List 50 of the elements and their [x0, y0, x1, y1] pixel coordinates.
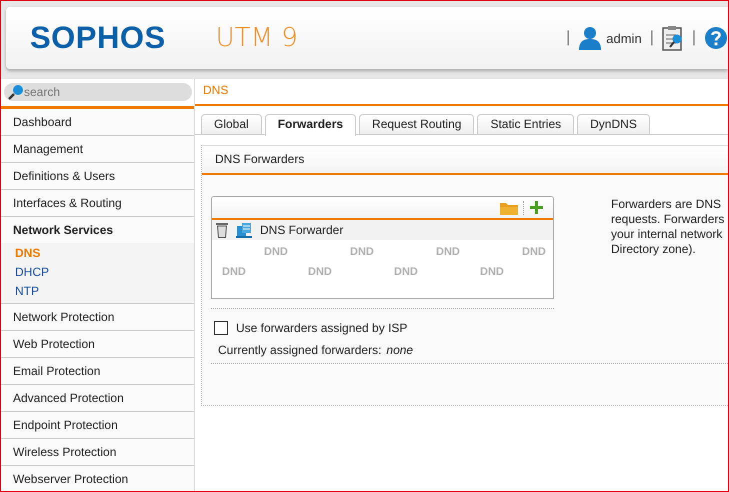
sidebar-item[interactable]: Advanced Protection [1, 385, 194, 412]
sidebar-item[interactable]: Interfaces & Routing [1, 190, 194, 217]
drop-hint: DND [522, 246, 547, 258]
user-name[interactable]: admin [606, 30, 642, 46]
drop-hint: DND [394, 266, 419, 278]
panel-title: DNS Forwarders [215, 152, 304, 166]
checkbox-label: Use forwarders assigned by ISP [236, 321, 408, 335]
folder-icon[interactable] [500, 200, 518, 214]
sidebar-item[interactable]: Email Protection [1, 358, 194, 385]
logo: SOPHOS [30, 20, 166, 56]
sidebar-item[interactable]: Network Protection [1, 304, 194, 331]
sidebar-subitem[interactable]: DHCP [1, 263, 194, 282]
drop-hint: DND [350, 246, 375, 258]
sidebar-item[interactable]: Wireless Protection [1, 439, 194, 466]
trash-icon[interactable] [216, 222, 228, 238]
sidebar-item[interactable]: Dashboard [1, 109, 194, 136]
clipboard-icon[interactable] [662, 25, 684, 51]
list-item-label[interactable]: DNS Forwarder [260, 223, 344, 237]
sidebar-subitem[interactable]: NTP [1, 282, 194, 301]
tab[interactable]: DynDNS [577, 114, 650, 134]
server-icon [236, 222, 252, 238]
page-title: DNS [203, 83, 228, 97]
tab[interactable]: Request Routing [359, 114, 474, 134]
tab[interactable]: Static Entries [477, 114, 574, 134]
separator: | [566, 29, 570, 47]
help-icon[interactable] [704, 26, 728, 50]
tab[interactable]: Forwarders [264, 114, 356, 136]
drop-hint: DND [222, 266, 247, 278]
drop-hint: DND [308, 266, 333, 278]
sidebar-item[interactable]: Management [1, 136, 194, 163]
tab[interactable]: Global [201, 114, 262, 134]
drop-hint: DND [264, 246, 289, 258]
assigned-value: none [386, 343, 414, 357]
separator: | [650, 29, 654, 47]
help-text: Forwarders are DNS requests. Forwarders your internal network Directory zone). [611, 197, 724, 258]
assigned-label: Currently assigned forwarders: [218, 343, 382, 357]
separator: | [692, 29, 696, 47]
search-field[interactable]: search [4, 83, 192, 101]
product-name: UTM 9 [216, 23, 298, 53]
sidebar-item[interactable]: Endpoint Protection [1, 412, 194, 439]
user-icon[interactable] [578, 26, 602, 50]
sidebar-item[interactable]: Webserver Protection [1, 466, 194, 491]
checkbox[interactable] [214, 321, 228, 335]
drop-hint: DND [436, 246, 461, 258]
sidebar-item[interactable]: Definitions & Users [1, 163, 194, 190]
drop-hint: DND [480, 266, 505, 278]
sidebar-item[interactable]: Network Services [1, 217, 194, 243]
search-icon [8, 84, 24, 100]
sidebar-item[interactable]: Web Protection [1, 331, 194, 358]
add-icon[interactable] [530, 201, 543, 214]
